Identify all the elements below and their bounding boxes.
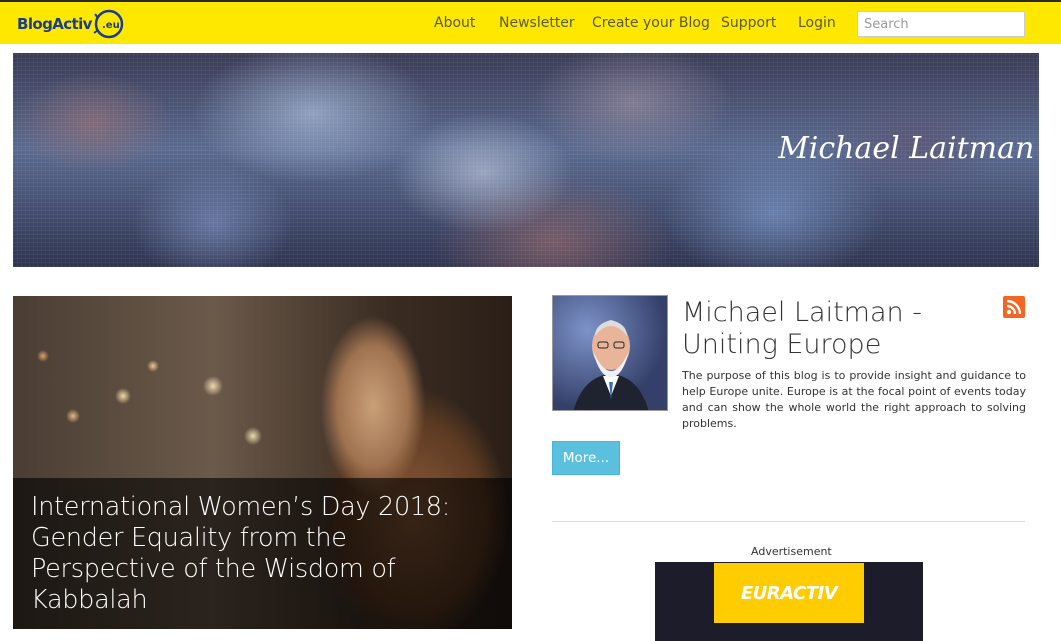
blog-title-line1: Michael Laitman - — [682, 297, 922, 328]
blog-banner-image: Michael Laitman — [13, 53, 1039, 267]
featured-article-title[interactable]: International Women’s Day 2018: Gender E… — [31, 492, 494, 616]
blog-description: The purpose of this blog is to provide i… — [682, 369, 1026, 430]
search-input[interactable] — [857, 11, 1025, 37]
site-logo[interactable]: BlogActiv .eu — [17, 8, 125, 40]
blog-title-line2: Uniting Europe — [682, 329, 882, 360]
section-divider — [552, 521, 1025, 522]
blog-title: Michael Laitman - Uniting Europe — [682, 297, 982, 361]
advertisement-banner[interactable]: EURACTIV — [655, 562, 923, 641]
signature-text: Michael Laitman — [778, 131, 1034, 166]
signature-graphic: Michael Laitman — [778, 131, 1034, 166]
ad-brand-text: EURACTIV — [740, 582, 838, 604]
nav-create-your-blog[interactable]: Create your Blog — [592, 15, 710, 31]
featured-article[interactable]: International Women’s Day 2018: Gender E… — [13, 296, 512, 629]
more-button[interactable]: More... — [552, 441, 620, 475]
logo-eu-badge-icon: .eu — [93, 9, 125, 39]
featured-article-caption: International Women’s Day 2018: Gender E… — [13, 478, 512, 629]
logo-text: BlogActiv — [17, 15, 92, 33]
nav-about[interactable]: About — [434, 15, 475, 31]
nav-newsletter[interactable]: Newsletter — [499, 15, 575, 31]
logo-badge-text: .eu — [102, 20, 120, 31]
nav-login[interactable]: Login — [798, 15, 836, 31]
euractiv-logo: EURACTIV — [714, 563, 864, 623]
top-navigation-bar: BlogActiv .eu About Newsletter Create yo… — [0, 0, 1061, 44]
advertisement-label: Advertisement — [751, 545, 832, 558]
rss-feed-icon[interactable] — [1003, 296, 1025, 318]
nav-support[interactable]: Support — [721, 15, 776, 31]
author-avatar — [552, 295, 668, 411]
